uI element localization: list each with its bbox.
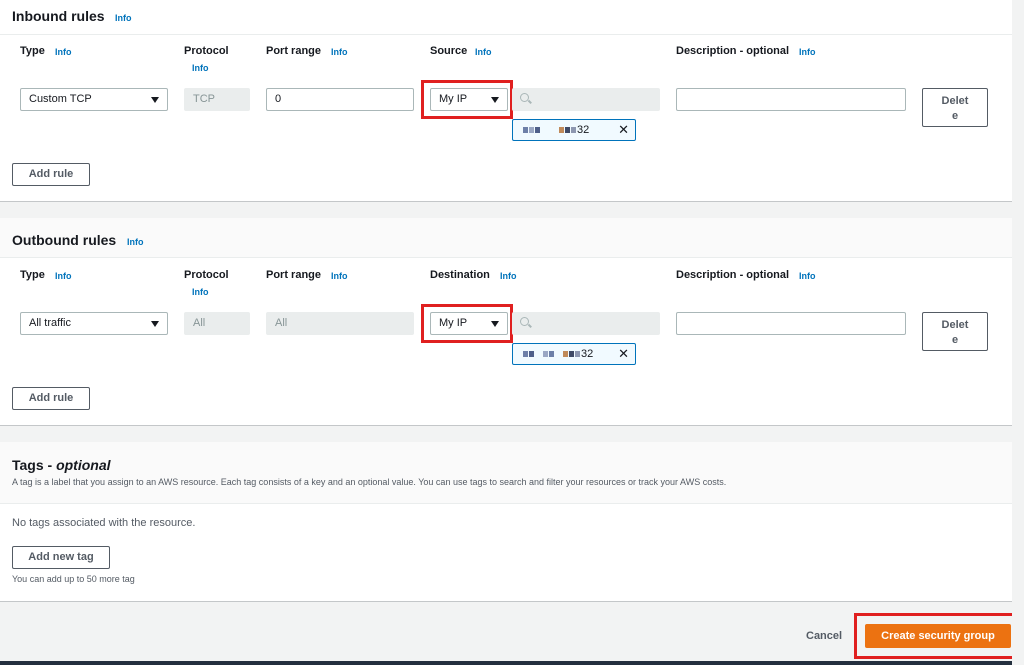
outbound-token-suffix: 32 xyxy=(581,348,594,360)
inbound-rules-panel: Inbound rules Info Type Info Protocol In… xyxy=(0,0,1012,202)
inbound-delete-label-2: e xyxy=(951,110,959,122)
outbound-col-port-range: Port range xyxy=(266,269,322,281)
outbound-col-protocol: Protocol xyxy=(184,269,229,281)
inbound-rules-info-link[interactable]: Info xyxy=(115,13,132,23)
close-icon[interactable]: ✕ xyxy=(618,120,629,140)
create-button-highlight xyxy=(854,613,1020,659)
inbound-header-divider xyxy=(0,34,1012,35)
tags-panel: Tags - optional A tag is a label that yo… xyxy=(0,442,1012,602)
outbound-rules-title: Outbound rules xyxy=(12,232,117,248)
inbound-port-range-input[interactable]: 0 xyxy=(266,88,414,111)
inbound-source-info-link[interactable]: Info xyxy=(475,47,492,57)
right-scrollbar-track[interactable] xyxy=(1012,0,1024,665)
outbound-col-type: Type xyxy=(20,269,45,281)
outbound-panel-header xyxy=(0,218,1012,258)
outbound-description-input[interactable] xyxy=(676,312,906,335)
inbound-delete-label-1: Delet xyxy=(941,95,969,107)
search-icon xyxy=(520,93,529,102)
outbound-port-range-field: All xyxy=(266,312,414,335)
tags-title-optional: optional xyxy=(56,457,111,473)
add-new-tag-button[interactable]: Add new tag xyxy=(12,546,110,569)
inbound-source-search-input[interactable] xyxy=(512,88,660,111)
inbound-col-protocol: Protocol xyxy=(184,45,229,57)
inbound-type-select[interactable]: Custom TCP xyxy=(20,88,168,111)
inbound-col-description: Description - optional xyxy=(676,45,790,57)
tags-panel-header xyxy=(0,442,1012,504)
outbound-destination-ip-token[interactable]: 32 ✕ xyxy=(512,343,636,365)
outbound-destination-search-input[interactable] xyxy=(512,312,660,335)
cancel-button[interactable]: Cancel xyxy=(806,630,842,642)
outbound-delete-button[interactable]: Delet e xyxy=(922,312,988,351)
inbound-add-rule-button[interactable]: Add rule xyxy=(12,163,90,186)
tags-title: Tags - optional xyxy=(12,457,111,473)
inbound-type-info-link[interactable]: Info xyxy=(55,47,72,57)
outbound-rules-info-link[interactable]: Info xyxy=(127,237,144,247)
inbound-col-port-range: Port range xyxy=(266,45,322,57)
inbound-protocol-info-link[interactable]: Info xyxy=(192,63,209,73)
inbound-source-highlight xyxy=(421,80,513,119)
inbound-description-info-link[interactable]: Info xyxy=(799,47,816,57)
inbound-rules-title: Inbound rules xyxy=(12,8,105,24)
outbound-type-info-link[interactable]: Info xyxy=(55,271,72,281)
page-bottom-border xyxy=(0,661,1012,665)
outbound-type-value: All traffic xyxy=(29,317,71,329)
tags-limit-note: You can add up to 50 more tag xyxy=(12,574,135,584)
inbound-source-ip-token[interactable]: 32 ✕ xyxy=(512,119,636,141)
outbound-type-select[interactable]: All traffic xyxy=(20,312,168,335)
chevron-down-icon xyxy=(151,321,159,327)
inbound-description-input[interactable] xyxy=(676,88,906,111)
inbound-col-source: Source xyxy=(430,45,468,57)
inbound-type-value: Custom TCP xyxy=(29,93,92,105)
inbound-port-info-link[interactable]: Info xyxy=(331,47,348,57)
redacted-ip-image xyxy=(523,348,581,360)
outbound-col-destination: Destination xyxy=(430,269,490,281)
tags-title-main: Tags - xyxy=(12,457,57,473)
inbound-token-suffix: 32 xyxy=(577,124,590,136)
outbound-rules-panel: Outbound rules Info Type Info Protocol I… xyxy=(0,218,1012,426)
redacted-ip-image xyxy=(523,124,577,136)
inbound-protocol-field: TCP xyxy=(184,88,250,111)
outbound-col-description: Description - optional xyxy=(676,269,790,281)
outbound-description-info-link[interactable]: Info xyxy=(799,271,816,281)
tags-description: A tag is a label that you assign to an A… xyxy=(12,477,727,487)
outbound-delete-label-2: e xyxy=(951,334,959,346)
chevron-down-icon xyxy=(151,97,159,103)
inbound-col-type: Type xyxy=(20,45,45,57)
outbound-add-rule-button[interactable]: Add rule xyxy=(12,387,90,410)
close-icon[interactable]: ✕ xyxy=(618,344,629,364)
outbound-destination-info-link[interactable]: Info xyxy=(500,271,517,281)
outbound-protocol-field: All xyxy=(184,312,250,335)
outbound-delete-label-1: Delet xyxy=(941,319,969,331)
tags-empty-message: No tags associated with the resource. xyxy=(12,517,196,529)
outbound-protocol-info-link[interactable]: Info xyxy=(192,287,209,297)
search-icon xyxy=(520,317,529,326)
outbound-destination-highlight xyxy=(421,304,513,343)
outbound-port-info-link[interactable]: Info xyxy=(331,271,348,281)
inbound-delete-button[interactable]: Delet e xyxy=(922,88,988,127)
